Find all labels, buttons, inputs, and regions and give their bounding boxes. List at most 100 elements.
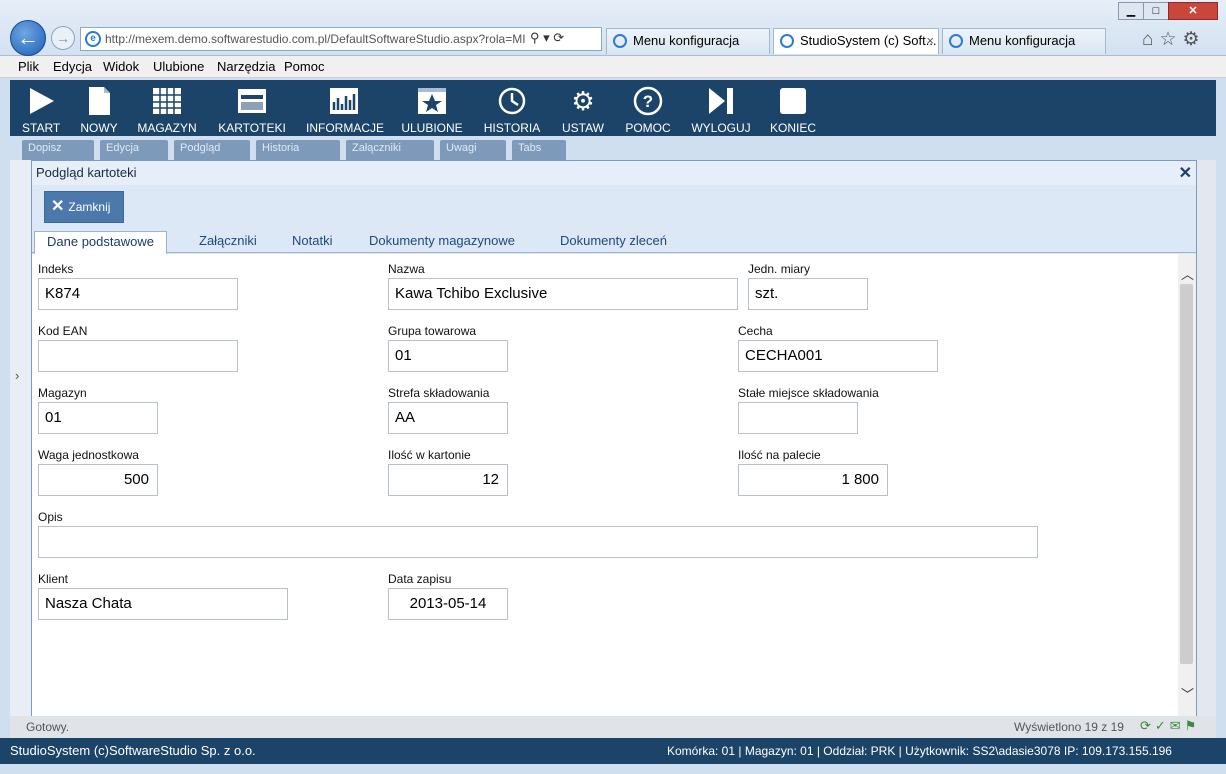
close-dialog-icon[interactable]: ✕: [1179, 163, 1192, 183]
toolbar-magazyn[interactable]: MAGAZYN: [136, 86, 198, 135]
subtool-zalaczniki[interactable]: Załączniki: [346, 140, 434, 160]
tab-dane-podstawowe[interactable]: Dane podstawowe: [34, 231, 167, 255]
paleta-label: Ilość na palecie: [738, 448, 821, 462]
indeks-label: Indeks: [38, 262, 74, 276]
indeks-field[interactable]: K874: [38, 278, 238, 310]
waga-field[interactable]: 500: [38, 464, 158, 496]
toolbar-start[interactable]: START: [22, 86, 60, 135]
close-tab-icon[interactable]: ×: [926, 29, 934, 53]
chevron-down-icon[interactable]: ﹀: [1181, 684, 1194, 703]
menu-edycja[interactable]: Edycja: [53, 59, 92, 74]
left-collapse-strip[interactable]: ›: [10, 160, 32, 716]
tab-notatki[interactable]: Notatki: [280, 231, 344, 254]
strefa-field[interactable]: AA: [388, 402, 508, 434]
toolbar-ulubione[interactable]: ULUBIONE: [400, 86, 464, 135]
browser-tools: ⌂☆⚙: [1142, 28, 1206, 51]
klient-label: Klient: [38, 572, 69, 586]
nazwa-field[interactable]: Kawa Tchibo Exclusive: [388, 278, 738, 310]
forward-icon[interactable]: →: [51, 26, 75, 50]
paleta-field[interactable]: 1 800: [738, 464, 888, 496]
ie-page-icon: e: [85, 31, 101, 47]
toolbar-pomoc[interactable]: ? POMOC: [624, 86, 672, 135]
status-text: Gotowy.: [26, 720, 70, 734]
maximize-icon[interactable]: □: [1143, 2, 1169, 20]
help-icon: ?: [633, 86, 663, 116]
address-url: http://mexem.demo.softwarestudio.com.pl/…: [105, 32, 526, 46]
status-bar: Gotowy. Wyświetlono 19 z 19 ⟳✓✉⚑: [10, 716, 1216, 738]
jedn-field[interactable]: szt.: [748, 278, 868, 310]
cecha-field[interactable]: CECHA001: [738, 340, 938, 372]
opis-field[interactable]: [38, 526, 1038, 558]
subtool-tabs[interactable]: Tabs: [512, 140, 566, 160]
footer-copyright: StudioSystem (c)SoftwareStudio Sp. z o.o…: [10, 743, 256, 758]
address-bar[interactable]: e http://mexem.demo.softwarestudio.com.p…: [80, 27, 602, 51]
toolbar-wyloguj[interactable]: WYLOGUJ: [690, 86, 752, 135]
chevron-right-icon[interactable]: ›: [15, 368, 19, 383]
toolbar-historia[interactable]: HISTORIA: [482, 86, 542, 135]
browser-tab-1[interactable]: Menu konfiguracja: [606, 28, 770, 54]
home-icon[interactable]: ⌂: [1142, 29, 1159, 50]
back-icon[interactable]: ←: [10, 20, 46, 56]
dialog-content: Indeks K874 Nazwa Kawa Tchibo Exclusive …: [32, 254, 1178, 716]
svg-text:?: ?: [643, 92, 653, 111]
klient-field[interactable]: Nasza Chata: [38, 588, 288, 620]
menu-narzedzia[interactable]: Narzędzia: [217, 59, 276, 74]
menu-widok[interactable]: Widok: [103, 59, 139, 74]
data-field[interactable]: 2013-05-14: [388, 588, 508, 620]
miejsce-field[interactable]: [738, 402, 858, 434]
toolbar-kartoteki[interactable]: KARTOTEKI: [216, 86, 288, 135]
dialog-scrollbar[interactable]: ︿ ﹀: [1178, 254, 1196, 716]
dialog-title: Podgląd kartoteki: [32, 161, 1196, 185]
minimize-icon[interactable]: ▁: [1118, 2, 1144, 20]
jedn-label: Jedn. miary: [748, 262, 811, 276]
background-scrollbar[interactable]: [1196, 160, 1216, 716]
subtool-dopisz[interactable]: Dopisz: [22, 140, 94, 160]
menu-plik[interactable]: Plik: [18, 59, 39, 74]
menu-pomoc[interactable]: Pomoc: [284, 59, 324, 74]
grid-icon: [152, 86, 182, 116]
menu-bar: Plik Edycja Widok Ulubione Narzędzia Pom…: [0, 56, 1226, 78]
toolbar-nowy[interactable]: NOWY: [80, 86, 118, 135]
window-controls: ▁ □ ✕: [1118, 2, 1220, 22]
subtool-podglad[interactable]: Podgląd: [174, 140, 250, 160]
nazwa-label: Nazwa: [388, 262, 425, 276]
magazyn-field[interactable]: 01: [38, 402, 158, 434]
app-toolbar: START NOWY MAGAZYN KARTOTEKI INFORMACJE …: [10, 80, 1216, 136]
favorites-star-icon[interactable]: ☆: [1159, 29, 1182, 50]
zamknij-button[interactable]: ✕ Zamknij: [44, 191, 124, 223]
status-action-icons[interactable]: ⟳✓✉⚑: [1140, 718, 1200, 734]
browser-tab-2[interactable]: StudioSystem (c) Soft... ×: [773, 28, 939, 54]
cecha-label: Cecha: [738, 324, 773, 338]
tab-zalaczniki[interactable]: Załączniki: [187, 231, 269, 254]
logout-icon: [706, 86, 736, 116]
karton-field[interactable]: 12: [388, 464, 508, 496]
karton-label: Ilość w kartonie: [388, 448, 471, 462]
subtool-historia[interactable]: Historia: [256, 140, 340, 160]
tab-dokumenty-zlecen[interactable]: Dokumenty zleceń: [548, 231, 679, 254]
close-icon: ✕: [51, 198, 65, 215]
ean-field[interactable]: [38, 340, 238, 372]
toolbar-informacje[interactable]: INFORMACJE: [306, 86, 384, 135]
new-document-icon: [84, 86, 114, 116]
menu-ulubione[interactable]: Ulubione: [153, 59, 204, 74]
gear-icon[interactable]: ⚙: [1183, 29, 1206, 50]
subtool-uwagi[interactable]: Uwagi: [440, 140, 506, 160]
miejsce-label: Stałe miejsce składowania: [738, 386, 879, 400]
address-controls[interactable]: ⚲ ▾ ⟳: [530, 30, 565, 46]
waga-label: Waga jednostkowa: [38, 448, 139, 462]
browser-tab-3[interactable]: Menu konfiguracja: [942, 28, 1106, 54]
grupa-field[interactable]: 01: [388, 340, 508, 372]
toolbar-koniec[interactable]: KONIEC: [768, 86, 818, 135]
app-footer: StudioSystem (c)SoftwareStudio Sp. z o.o…: [0, 738, 1226, 764]
ie-tab-icon: [780, 34, 794, 48]
close-window-icon[interactable]: ✕: [1168, 2, 1218, 20]
subtool-edycja[interactable]: Edycja: [100, 140, 168, 160]
star-window-icon: [417, 86, 447, 116]
stop-icon: [778, 86, 808, 116]
tab-dokumenty-magazynowe[interactable]: Dokumenty magazynowe: [357, 231, 527, 254]
gears-icon: ⚙: [571, 86, 595, 116]
opis-label: Opis: [38, 510, 63, 524]
toolbar-ustaw[interactable]: ⚙ USTAW: [560, 86, 606, 135]
scroll-thumb[interactable]: [1180, 284, 1193, 664]
chevron-up-icon[interactable]: ︿: [1181, 264, 1194, 283]
